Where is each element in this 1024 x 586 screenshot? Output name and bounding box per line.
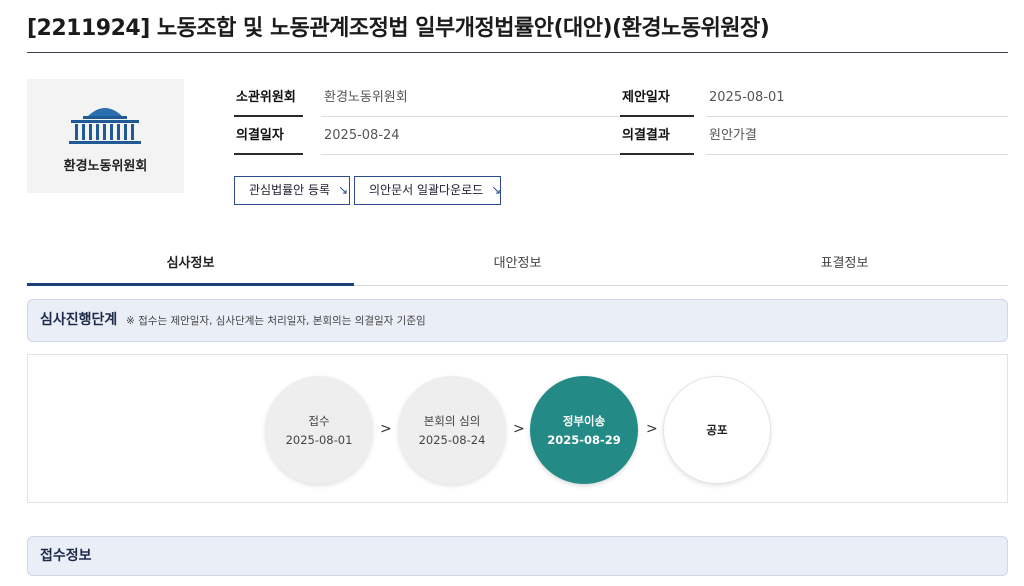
resolution-result-value: 원안가결 [706,117,1008,155]
step-name: 공포 [706,423,728,437]
committee-logo: 환경노동위원회 [27,79,184,193]
committee-logo-name: 환경노동위원회 [63,159,148,174]
step-received: 접수 2025-08-01 [265,376,373,484]
register-interest-label: 관심법률안 등록 [249,183,331,197]
tab-vote-info[interactable]: 표결정보 [681,245,1008,286]
tab-alternative-info[interactable]: 대안정보 [354,245,681,286]
proposal-date-label: 제안일자 [620,79,694,117]
progress-section-title: 심사진행단계 [40,312,118,328]
step-date: 2025-08-29 [547,433,621,447]
download-all-button[interactable]: 의안문서 일괄다운로드 ↘ [354,176,501,205]
register-interest-button[interactable]: 관심법률안 등록 ↘ [234,176,350,205]
receipt-section-header: 접수정보 [27,536,1008,576]
step-date: 2025-08-01 [285,433,353,447]
proposal-date-value: 2025-08-01 [706,79,1008,117]
page-title: [2211924] 노동조합 및 노동관계조정법 일부개정법률안(대안)(환경노… [27,16,770,41]
download-arrow-icon: ↘ [491,183,502,197]
step-plenary: 본회의 심의 2025-08-24 [398,376,506,484]
info-tabs: 심사정보 대안정보 표결정보 [27,245,1008,286]
title-divider [27,52,1008,53]
download-all-label: 의안문서 일괄다운로드 [369,183,484,197]
step-date: 2025-08-24 [418,433,486,447]
chevron-right-icon: > [380,421,392,437]
step-name: 본회의 심의 [423,414,481,428]
progress-section-note: ※ 접수는 제안일자, 심사단계는 처리일자, 본회의는 의결일자 기준임 [126,315,426,327]
progress-steps: 접수 2025-08-01 > 본회의 심의 2025-08-24 > 정부이송… [27,354,1008,503]
chevron-right-icon: > [646,421,658,437]
progress-section-header: 심사진행단계 ※ 접수는 제안일자, 심사단계는 처리일자, 본회의는 의결일자… [27,299,1008,342]
resolution-date-value: 2025-08-24 [321,117,621,155]
receipt-section-title: 접수정보 [40,548,92,564]
step-name: 접수 [308,414,330,428]
resolution-result-label: 의결결과 [620,117,694,155]
chevron-right-icon: > [513,421,525,437]
resolution-date-label: 의결일자 [234,117,303,155]
step-promulgation: 공포 [663,376,771,484]
step-gov-transfer: 정부이송 2025-08-29 [530,376,638,484]
download-arrow-icon: ↘ [338,183,349,197]
national-assembly-building-icon [69,108,141,144]
tab-review-info[interactable]: 심사정보 [27,245,354,286]
step-name: 정부이송 [562,414,606,428]
committee-label: 소관위원회 [234,79,303,117]
committee-value: 환경노동위원회 [321,79,621,117]
